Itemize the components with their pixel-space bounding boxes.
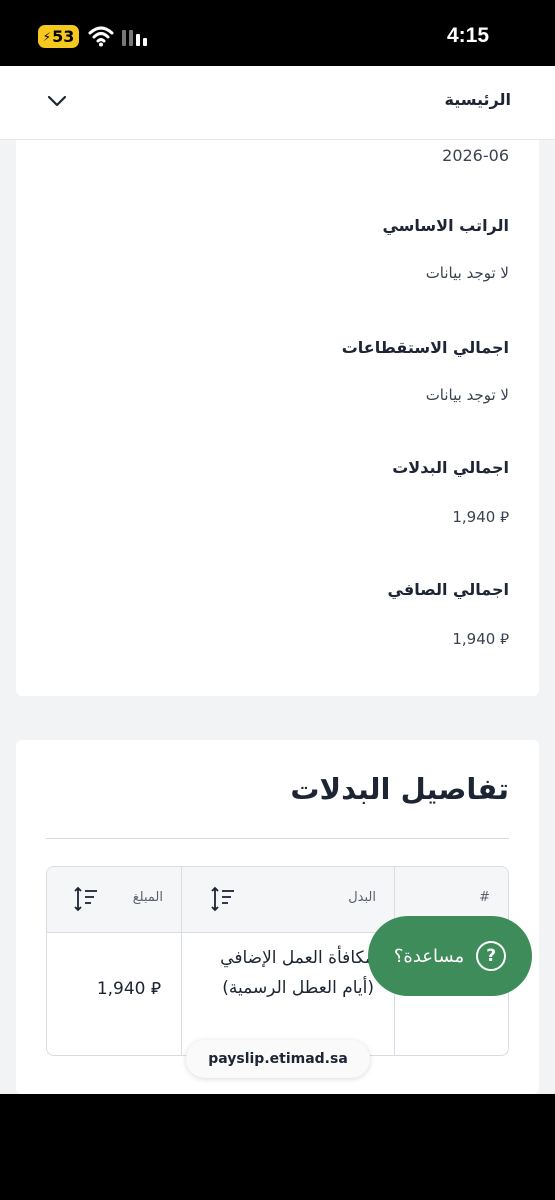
total-deductions-value: لا توجد بيانات xyxy=(425,386,509,404)
allowance-name: مكافأة العمل الإضافي (أيام العطل الرسمية… xyxy=(220,948,374,998)
payslip-summary-card: 2026-06 الراتب الاساسي لا توجد بيانات اج… xyxy=(16,106,539,696)
allowance-header-text: البدل xyxy=(348,890,376,905)
battery-level: 53 xyxy=(52,27,75,46)
browser-viewport: الرئيسية 2026-06 الراتب الاساسي لا توجد … xyxy=(0,66,555,1094)
help-button[interactable]: ? مساعدة؟ xyxy=(368,916,532,996)
wifi-icon xyxy=(88,26,114,47)
index-header-text: # xyxy=(479,890,490,905)
chevron-down-icon[interactable] xyxy=(44,88,70,114)
payslip-period: 2026-06 xyxy=(442,146,509,165)
section-divider xyxy=(46,838,509,839)
question-mark-icon: ? xyxy=(476,941,507,971)
sort-icon[interactable] xyxy=(73,884,99,914)
column-header-allowance[interactable]: البدل xyxy=(181,867,394,932)
sort-icon[interactable] xyxy=(210,884,236,914)
column-header-amount[interactable]: المبلغ xyxy=(47,867,181,932)
net-total-value: 1,940 ⃁ xyxy=(452,630,509,648)
top-navigation-bar: الرئيسية xyxy=(0,66,555,140)
row-allowance-cell: مكافأة العمل الإضافي (أيام العطل الرسمية… xyxy=(181,933,394,1055)
allowance-amount: 1,940 ⃁ xyxy=(96,979,161,999)
address-bar[interactable]: payslip.etimad.sa xyxy=(186,1040,370,1078)
basic-salary-value: لا توجد بيانات xyxy=(425,264,509,282)
clock: 4:15 xyxy=(446,24,489,47)
total-allowances-value: 1,940 ⃁ xyxy=(452,508,509,526)
page-title[interactable]: الرئيسية xyxy=(445,90,512,109)
cellular-signal-icon xyxy=(122,30,147,46)
net-total-label: اجمالي الصافي xyxy=(387,580,509,599)
status-bar: ⚡ 53 4:15 xyxy=(0,0,555,66)
amount-header-text: المبلغ xyxy=(132,890,163,905)
total-allowances-label: اجمالي البدلات xyxy=(392,458,509,477)
charging-bolt-icon: ⚡ xyxy=(42,29,52,44)
total-deductions-label: اجمالي الاستقطاعات xyxy=(341,338,509,357)
battery-indicator: ⚡ 53 xyxy=(38,25,79,48)
row-amount-cell: 1,940 ⃁ xyxy=(47,933,181,1055)
allowance-details-title: تفاصيل البدلات xyxy=(290,772,509,806)
help-button-label: مساعدة؟ xyxy=(393,945,465,967)
basic-salary-label: الراتب الاساسي xyxy=(382,216,509,235)
